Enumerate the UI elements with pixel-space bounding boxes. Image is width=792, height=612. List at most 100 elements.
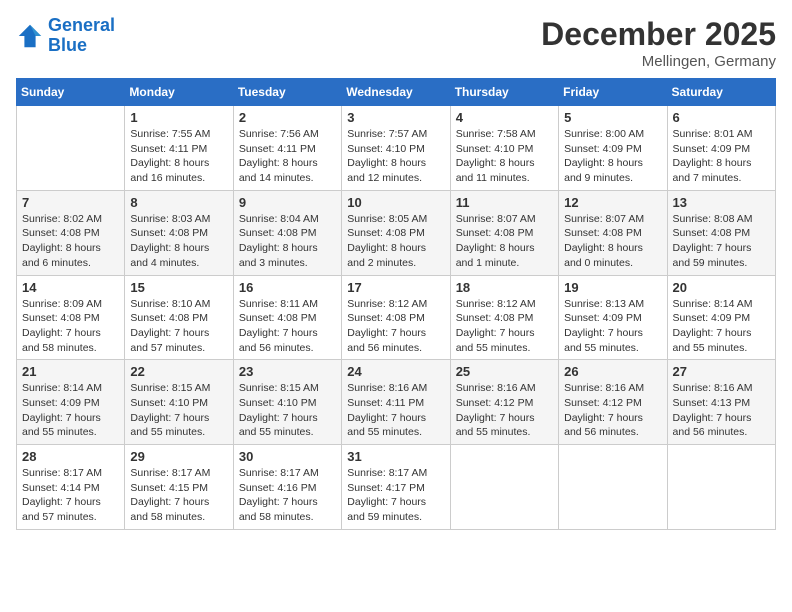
calendar-cell: 19 Sunrise: 8:13 AMSunset: 4:09 PMDayligh… [559,275,667,360]
calendar-cell: 5 Sunrise: 8:00 AMSunset: 4:09 PMDaylight… [559,106,667,191]
calendar-cell: 15 Sunrise: 8:10 AMSunset: 4:08 PMDayligh… [125,275,233,360]
day-number: 25 [456,364,553,379]
calendar-cell: 3 Sunrise: 7:57 AMSunset: 4:10 PMDaylight… [342,106,450,191]
day-number: 6 [673,110,770,125]
calendar-cell [17,106,125,191]
calendar-cell [559,445,667,530]
day-info: Sunrise: 8:03 AMSunset: 4:08 PMDaylight:… [130,212,227,271]
calendar-cell: 11 Sunrise: 8:07 AMSunset: 4:08 PMDayligh… [450,190,558,275]
day-info: Sunrise: 8:15 AMSunset: 4:10 PMDaylight:… [239,381,336,440]
calendar-cell: 2 Sunrise: 7:56 AMSunset: 4:11 PMDaylight… [233,106,341,191]
calendar-cell: 30 Sunrise: 8:17 AMSunset: 4:16 PMDayligh… [233,445,341,530]
calendar-cell: 20 Sunrise: 8:14 AMSunset: 4:09 PMDayligh… [667,275,775,360]
day-info: Sunrise: 7:56 AMSunset: 4:11 PMDaylight:… [239,127,336,186]
calendar-cell: 8 Sunrise: 8:03 AMSunset: 4:08 PMDaylight… [125,190,233,275]
day-info: Sunrise: 8:16 AMSunset: 4:12 PMDaylight:… [456,381,553,440]
day-info: Sunrise: 8:15 AMSunset: 4:10 PMDaylight:… [130,381,227,440]
day-info: Sunrise: 8:08 AMSunset: 4:08 PMDaylight:… [673,212,770,271]
day-number: 28 [22,449,119,464]
day-info: Sunrise: 8:13 AMSunset: 4:09 PMDaylight:… [564,297,661,356]
calendar-cell: 29Sunrise: 8:17 AMSunset: 4:15 PMDayligh… [125,445,233,530]
day-number: 19 [564,280,661,295]
day-number: 10 [347,195,444,210]
calendar-cell: 18 Sunrise: 8:12 AMSunset: 4:08 PMDayligh… [450,275,558,360]
day-info: Sunrise: 8:11 AMSunset: 4:08 PMDaylight:… [239,297,336,356]
day-info: Sunrise: 8:12 AMSunset: 4:08 PMDaylight:… [456,297,553,356]
day-number: 17 [347,280,444,295]
day-number: 15 [130,280,227,295]
day-info: Sunrise: 7:55 AMSunset: 4:11 PMDaylight:… [130,127,227,186]
calendar-header-row: SundayMondayTuesdayWednesdayThursdayFrid… [17,79,776,106]
calendar-cell [450,445,558,530]
day-info: Sunrise: 8:16 AMSunset: 4:13 PMDaylight:… [673,381,770,440]
day-number: 3 [347,110,444,125]
day-info: Sunrise: 8:07 AMSunset: 4:08 PMDaylight:… [456,212,553,271]
day-number: 12 [564,195,661,210]
page-header: General Blue December 2025 Mellingen, Ge… [16,16,776,70]
day-number: 21 [22,364,119,379]
day-info: Sunrise: 8:10 AMSunset: 4:08 PMDaylight:… [130,297,227,356]
day-number: 7 [22,195,119,210]
logo-text: General Blue [48,16,115,56]
calendar-cell: 23 Sunrise: 8:15 AMSunset: 4:10 PMDayligh… [233,360,341,445]
calendar-cell [667,445,775,530]
day-info: Sunrise: 8:02 AMSunset: 4:08 PMDaylight:… [22,212,119,271]
day-number: 2 [239,110,336,125]
calendar-week-1: 1 Sunrise: 7:55 AMSunset: 4:11 PMDaylight… [17,106,776,191]
day-info: Sunrise: 8:14 AMSunset: 4:09 PMDaylight:… [22,381,119,440]
day-info: Sunrise: 8:17 AMSunset: 4:17 PMDaylight:… [347,466,444,525]
calendar-week-3: 14Sunrise: 8:09 AMSunset: 4:08 PMDayligh… [17,275,776,360]
calendar-cell: 25 Sunrise: 8:16 AMSunset: 4:12 PMDayligh… [450,360,558,445]
calendar-cell: 4Sunrise: 7:58 AMSunset: 4:10 PMDaylight… [450,106,558,191]
day-number: 23 [239,364,336,379]
column-header-thursday: Thursday [450,79,558,106]
day-number: 30 [239,449,336,464]
day-number: 13 [673,195,770,210]
day-info: Sunrise: 7:57 AMSunset: 4:10 PMDaylight:… [347,127,444,186]
day-number: 18 [456,280,553,295]
calendar-week-5: 28 Sunrise: 8:17 AMSunset: 4:14 PMDayligh… [17,445,776,530]
calendar-cell: 6 Sunrise: 8:01 AMSunset: 4:09 PMDaylight… [667,106,775,191]
day-number: 5 [564,110,661,125]
calendar-cell: 10 Sunrise: 8:05 AMSunset: 4:08 PMDayligh… [342,190,450,275]
day-info: Sunrise: 8:05 AMSunset: 4:08 PMDaylight:… [347,212,444,271]
day-number: 9 [239,195,336,210]
column-header-saturday: Saturday [667,79,775,106]
calendar-cell: 16 Sunrise: 8:11 AMSunset: 4:08 PMDayligh… [233,275,341,360]
day-number: 11 [456,195,553,210]
calendar-cell: 31 Sunrise: 8:17 AMSunset: 4:17 PMDayligh… [342,445,450,530]
calendar-cell: 1 Sunrise: 7:55 AMSunset: 4:11 PMDaylight… [125,106,233,191]
calendar-week-4: 21 Sunrise: 8:14 AMSunset: 4:09 PMDayligh… [17,360,776,445]
day-number: 20 [673,280,770,295]
day-number: 14 [22,280,119,295]
day-info: Sunrise: 8:17 AMSunset: 4:14 PMDaylight:… [22,466,119,525]
day-info: Sunrise: 8:16 AMSunset: 4:12 PMDaylight:… [564,381,661,440]
column-header-friday: Friday [559,79,667,106]
day-info: Sunrise: 8:14 AMSunset: 4:09 PMDaylight:… [673,297,770,356]
day-number: 22 [130,364,227,379]
day-number: 26 [564,364,661,379]
day-info: Sunrise: 7:58 AMSunset: 4:10 PMDaylight:… [456,127,553,186]
calendar-week-2: 7 Sunrise: 8:02 AMSunset: 4:08 PMDaylight… [17,190,776,275]
day-info: Sunrise: 8:01 AMSunset: 4:09 PMDaylight:… [673,127,770,186]
calendar-cell: 26 Sunrise: 8:16 AMSunset: 4:12 PMDayligh… [559,360,667,445]
day-info: Sunrise: 8:00 AMSunset: 4:09 PMDaylight:… [564,127,661,186]
column-header-monday: Monday [125,79,233,106]
day-number: 1 [130,110,227,125]
day-info: Sunrise: 8:17 AMSunset: 4:16 PMDaylight:… [239,466,336,525]
calendar-cell: 9Sunrise: 8:04 AMSunset: 4:08 PMDaylight… [233,190,341,275]
day-number: 31 [347,449,444,464]
title-block: December 2025 Mellingen, Germany [541,16,776,70]
day-number: 29 [130,449,227,464]
day-number: 16 [239,280,336,295]
column-header-tuesday: Tuesday [233,79,341,106]
calendar-table: SundayMondayTuesdayWednesdayThursdayFrid… [16,78,776,530]
day-number: 24 [347,364,444,379]
calendar-cell: 24Sunrise: 8:16 AMSunset: 4:11 PMDayligh… [342,360,450,445]
calendar-cell: 13 Sunrise: 8:08 AMSunset: 4:08 PMDayligh… [667,190,775,275]
day-number: 27 [673,364,770,379]
calendar-cell: 14Sunrise: 8:09 AMSunset: 4:08 PMDayligh… [17,275,125,360]
calendar-cell: 17Sunrise: 8:12 AMSunset: 4:08 PMDayligh… [342,275,450,360]
day-number: 8 [130,195,227,210]
month-year: December 2025 [541,16,776,53]
